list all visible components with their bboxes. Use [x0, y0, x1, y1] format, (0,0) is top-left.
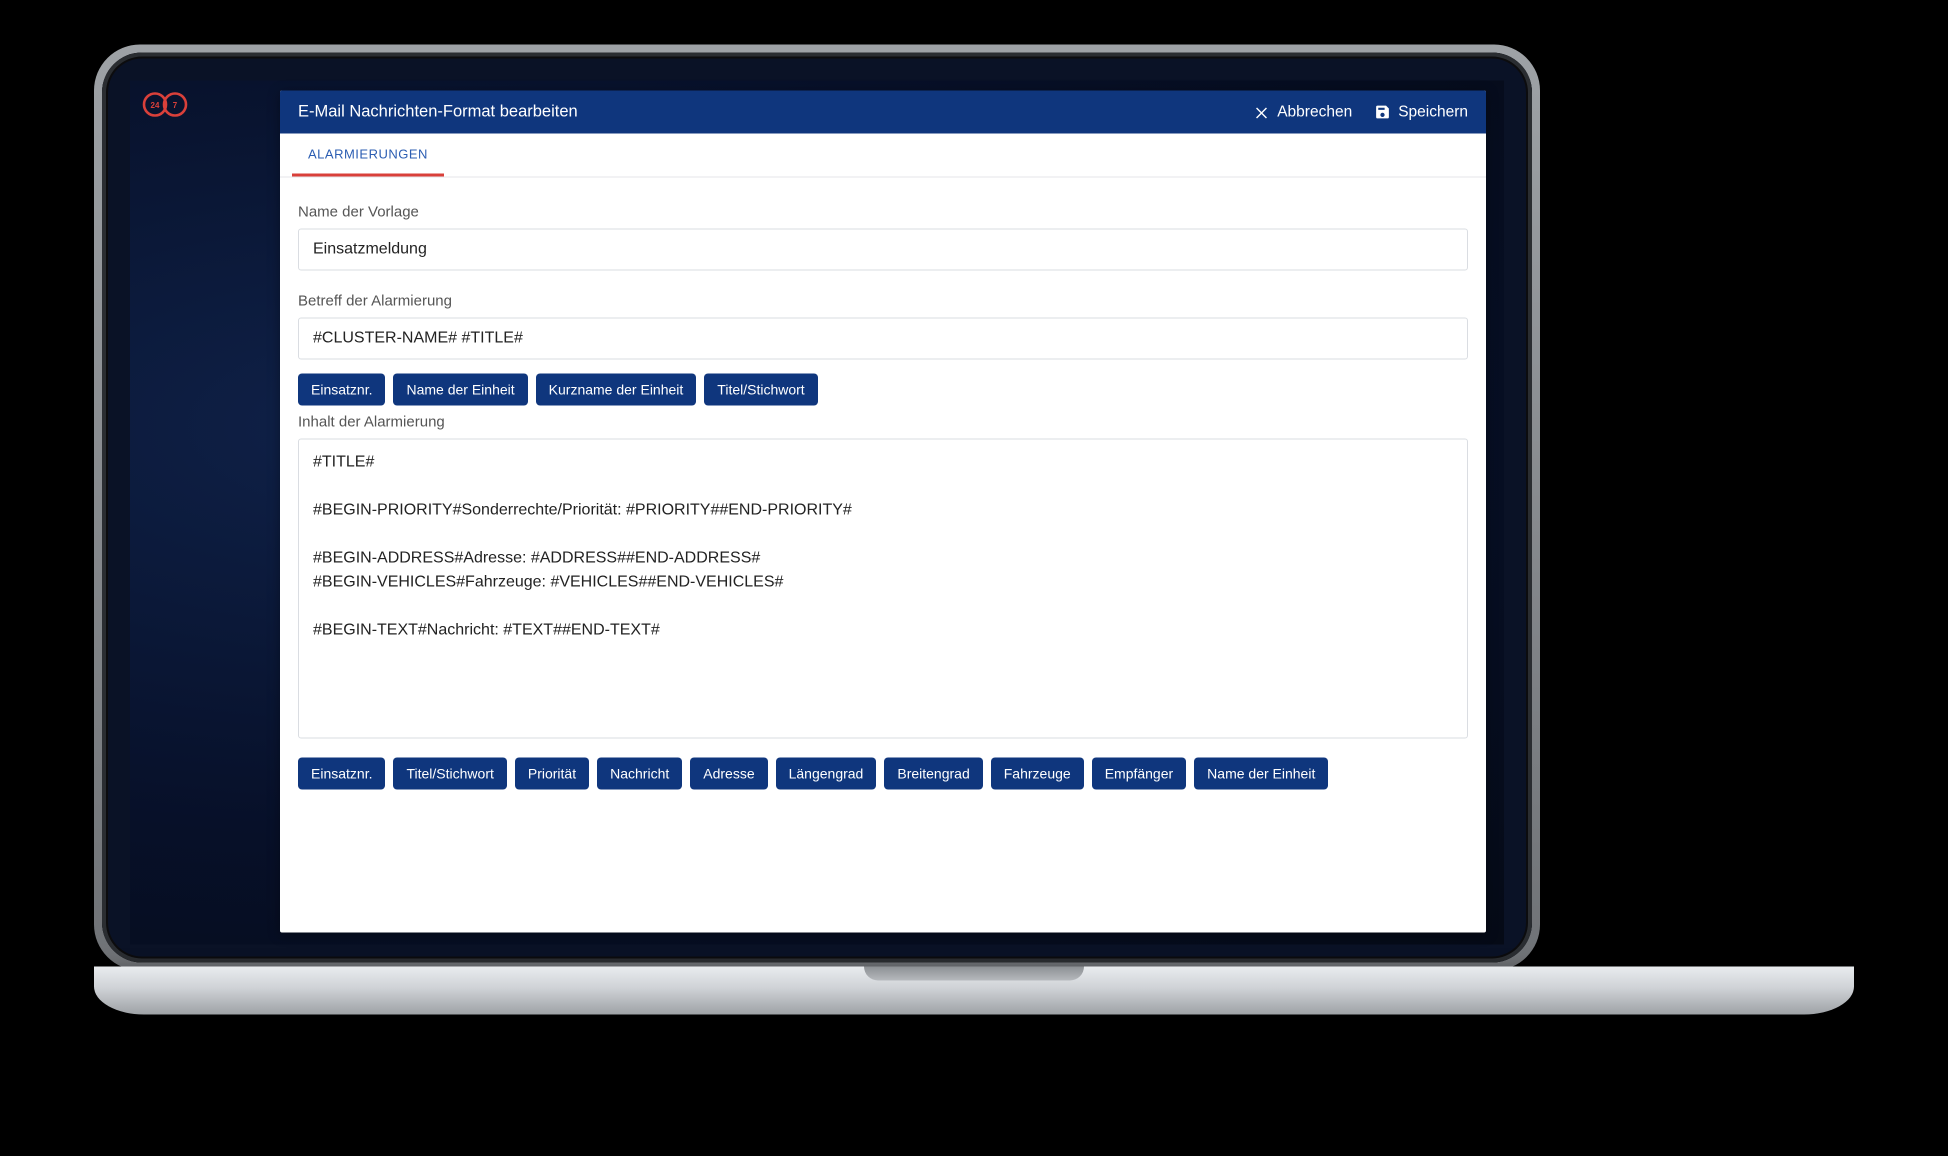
header-actions: Abbrechen Speichern	[1253, 103, 1468, 121]
chip2-empfaenger[interactable]: Empfänger	[1092, 758, 1186, 790]
logo-icon: 24 7	[140, 91, 194, 119]
laptop-bezel: 24 7 E-Mail Nachrichten-Format bearbeite…	[94, 45, 1540, 971]
laptop-base	[94, 967, 1854, 1015]
content-chip-row: Einsatznr. Titel/Stichwort Priorität Nac…	[298, 758, 1468, 790]
laptop-mockup: 24 7 E-Mail Nachrichten-Format bearbeite…	[94, 45, 1854, 1015]
chip2-name-der-einheit[interactable]: Name der Einheit	[1194, 758, 1328, 790]
save-icon	[1374, 104, 1391, 121]
form-area: Name der Vorlage Betreff der Alarmierung…	[280, 178, 1486, 933]
chip2-titel-stichwort[interactable]: Titel/Stichwort	[393, 758, 506, 790]
subject-input[interactable]	[298, 318, 1468, 360]
chip2-breitengrad[interactable]: Breitengrad	[884, 758, 982, 790]
subject-label: Betreff der Alarmierung	[298, 293, 1468, 310]
chip2-einsatznr[interactable]: Einsatznr.	[298, 758, 385, 790]
tabstrip: ALARMIERUNGEN	[280, 134, 1486, 178]
chip2-prioritaet[interactable]: Priorität	[515, 758, 589, 790]
chip2-adresse[interactable]: Adresse	[690, 758, 767, 790]
cancel-label: Abbrechen	[1277, 103, 1352, 121]
save-button[interactable]: Speichern	[1374, 103, 1468, 121]
app-frame: E-Mail Nachrichten-Format bearbeiten Abb…	[280, 91, 1486, 933]
template-name-label: Name der Vorlage	[298, 204, 1468, 221]
app-header: E-Mail Nachrichten-Format bearbeiten Abb…	[280, 91, 1486, 134]
content-textarea[interactable]	[298, 439, 1468, 739]
close-icon	[1253, 104, 1270, 121]
laptop-screen: 24 7 E-Mail Nachrichten-Format bearbeite…	[102, 53, 1532, 963]
laptop-notch	[864, 967, 1084, 981]
chip2-laengengrad[interactable]: Längengrad	[776, 758, 877, 790]
page-title: E-Mail Nachrichten-Format bearbeiten	[298, 103, 578, 122]
cancel-button[interactable]: Abbrechen	[1253, 103, 1352, 121]
chip2-nachricht[interactable]: Nachricht	[597, 758, 682, 790]
tab-alarmierungen[interactable]: ALARMIERUNGEN	[292, 134, 444, 177]
logo-24-7: 24 7	[140, 91, 194, 119]
chip-einsatznr[interactable]: Einsatznr.	[298, 374, 385, 406]
chip-name-der-einheit[interactable]: Name der Einheit	[393, 374, 527, 406]
chip2-fahrzeuge[interactable]: Fahrzeuge	[991, 758, 1084, 790]
chip-kurzname-der-einheit[interactable]: Kurzname der Einheit	[536, 374, 697, 406]
svg-text:7: 7	[173, 101, 178, 110]
save-label: Speichern	[1398, 103, 1468, 121]
template-name-input[interactable]	[298, 229, 1468, 271]
subject-chip-row: Einsatznr. Name der Einheit Kurzname der…	[298, 374, 1468, 406]
stage: 24 7 E-Mail Nachrichten-Format bearbeite…	[0, 0, 1948, 1156]
chip-titel-stichwort[interactable]: Titel/Stichwort	[704, 374, 817, 406]
content-label: Inhalt der Alarmierung	[298, 414, 1468, 431]
svg-text:24: 24	[151, 101, 160, 110]
screen-content: 24 7 E-Mail Nachrichten-Format bearbeite…	[130, 81, 1504, 945]
